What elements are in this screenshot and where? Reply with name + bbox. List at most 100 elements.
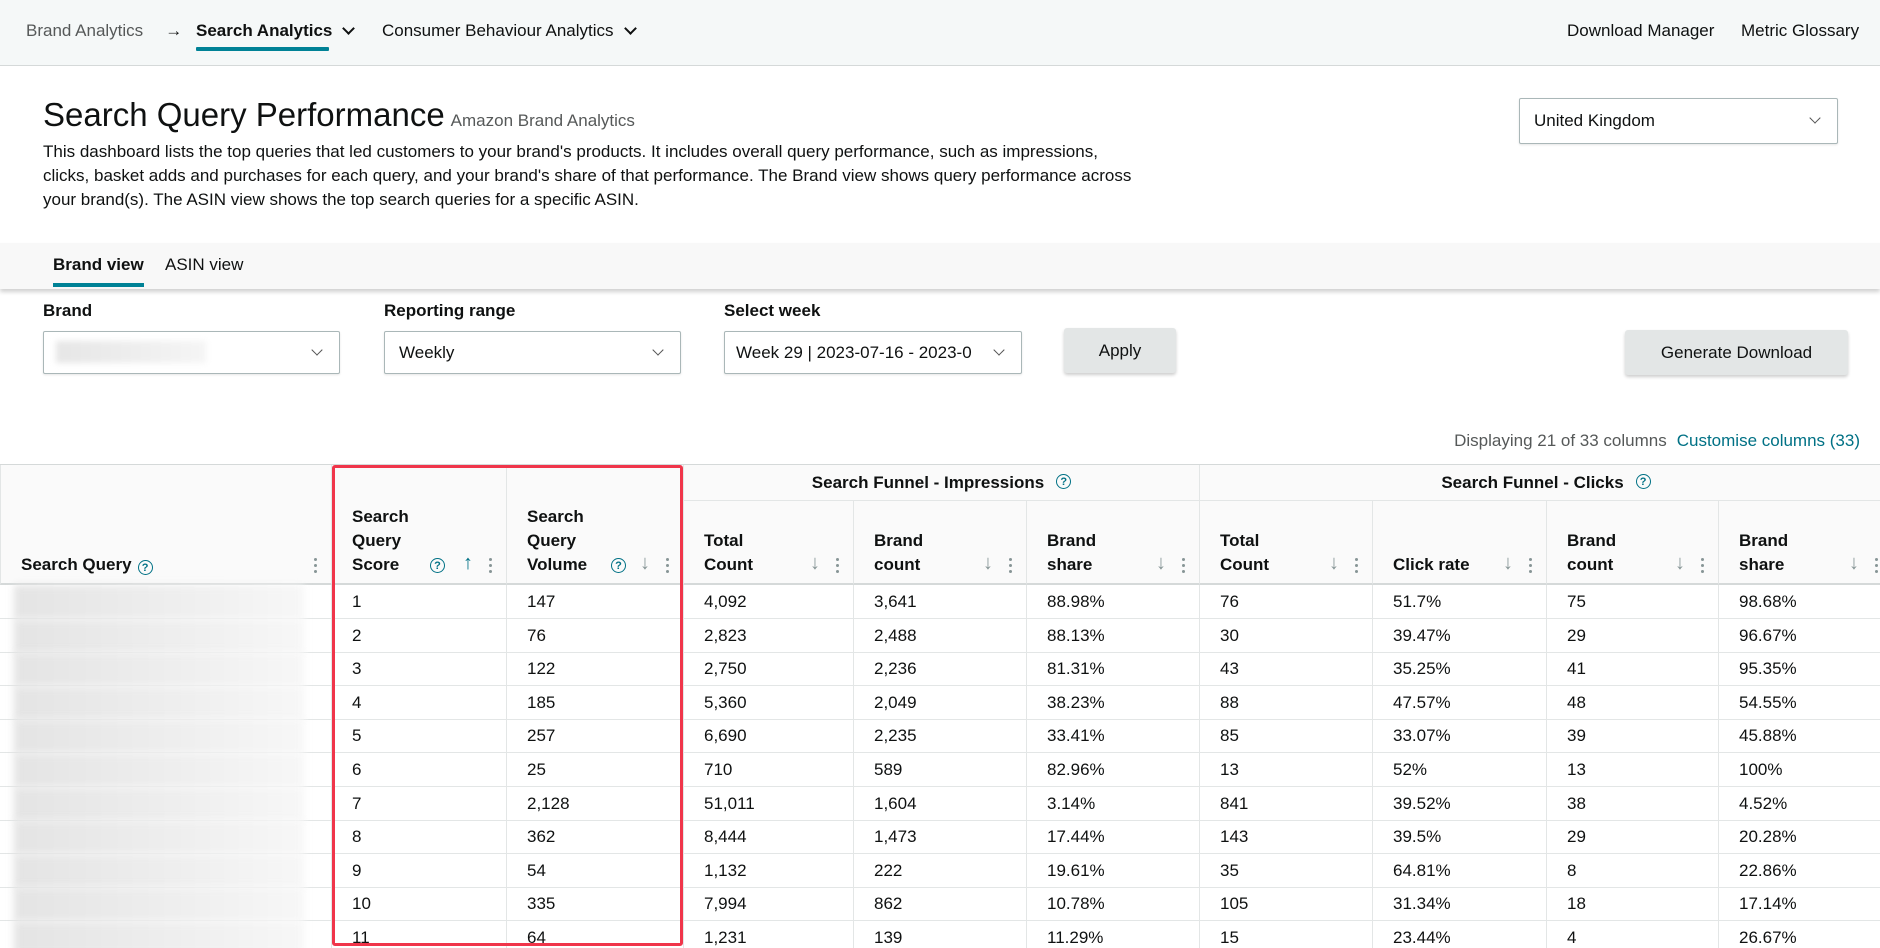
generate-download-button[interactable]: Generate Download [1625,330,1848,375]
customise-columns-link[interactable]: Customise columns (33) [1677,431,1860,450]
table-cell: 51,011 [683,786,853,821]
column-group-header: Search Funnel - Clicks? [1199,465,1880,501]
column-header[interactable]: Brand count ↓ [853,501,1026,585]
chevron-down-icon [652,343,664,356]
search-query-cell[interactable] [0,652,331,687]
table-cell: 122 [506,652,683,687]
column-menu-icon[interactable] [1355,558,1359,573]
search-query-cell[interactable] [0,685,331,720]
column-header[interactable]: Search Query? [0,465,331,585]
column-header[interactable]: Search Query Score? ↑ [331,465,506,585]
column-header[interactable]: Total Count ↓ [1199,501,1372,585]
column-menu-icon[interactable] [489,558,493,573]
help-icon[interactable]: ? [611,558,626,573]
help-icon[interactable]: ? [1056,474,1072,489]
table-cell: 105 [1199,887,1372,922]
column-menu-icon[interactable] [1875,558,1879,573]
sort-descending-icon[interactable]: ↓ [1156,551,1166,575]
search-query-cell[interactable] [0,921,331,948]
column-menu-icon[interactable] [314,558,318,573]
sort-descending-icon[interactable]: ↓ [1503,551,1513,575]
page-subtitle: Amazon Brand Analytics [450,111,635,130]
table-row: 8 362 8,444 1,473 17.44% 143 39.5% 29 20.28% [0,820,1880,855]
search-query-cell[interactable] [0,585,331,619]
table-cell: 35 [1199,853,1372,888]
table-cell: 38.23% [1026,685,1199,720]
tab-brand-view[interactable]: Brand view [53,255,144,287]
column-header[interactable]: Search Query Volume? ↓ [506,465,683,585]
redacted-search-query [14,887,304,922]
column-header-label: Search Query [21,555,132,574]
sort-descending-icon[interactable]: ↓ [983,551,993,575]
column-header[interactable]: Brand share ↓ [1026,501,1199,585]
column-menu-icon[interactable] [666,558,670,573]
sort-descending-icon[interactable]: ↓ [1329,551,1339,575]
redacted-search-query [14,685,304,720]
search-query-cell[interactable] [0,853,331,888]
table-cell: 147 [506,585,683,619]
column-header[interactable]: Click rate ↓ [1372,501,1546,585]
table-row: 3 122 2,750 2,236 81.31% 43 35.25% 41 95.35% [0,652,1880,687]
table-cell: 2,236 [853,652,1026,687]
search-query-cell[interactable] [0,887,331,922]
sort-descending-icon[interactable]: ↓ [640,551,650,575]
apply-button[interactable]: Apply [1064,328,1176,373]
column-header-label: Total Count [704,531,754,574]
reporting-range-select[interactable]: Weekly [384,331,681,374]
column-menu-icon[interactable] [1529,558,1533,573]
week-select[interactable]: Week 29 | 2023-07-16 - 2023-0 [724,331,1022,374]
column-menu-icon[interactable] [1182,558,1186,573]
search-query-cell[interactable] [0,618,331,653]
table-cell: 95.35% [1718,652,1880,687]
download-manager-link[interactable]: Download Manager [1567,21,1714,41]
sort-ascending-icon[interactable]: ↑ [463,551,473,575]
sort-descending-icon[interactable]: ↓ [810,551,820,575]
help-icon[interactable]: ? [1635,474,1651,489]
table-cell: 54.55% [1718,685,1880,720]
table-cell: 33.41% [1026,719,1199,754]
country-select[interactable]: United Kingdom [1519,98,1838,144]
search-query-table: Search Funnel - Impressions? Search Funne… [0,464,1880,948]
table-cell: 10 [331,887,506,922]
search-query-cell[interactable] [0,753,331,787]
search-query-cell[interactable] [0,786,331,821]
table-cell: 11 [331,921,506,948]
sort-descending-icon[interactable]: ↓ [1675,551,1685,575]
help-icon[interactable]: ? [430,558,445,573]
top-navigation: Brand Analytics → Search Analytics Consum… [0,0,1880,66]
column-menu-icon[interactable] [836,558,840,573]
table-row: 6 25 710 589 82.96% 13 52% 13 100% [0,753,1880,787]
redacted-search-query [14,585,304,619]
active-tab-indicator [53,283,144,287]
column-header[interactable]: Total Count ↓ [683,501,853,585]
select-value: United Kingdom [1534,111,1655,130]
help-icon[interactable]: ? [137,560,153,575]
table-cell: 362 [506,820,683,855]
search-query-cell[interactable] [0,820,331,855]
metric-glossary-link[interactable]: Metric Glossary [1741,21,1859,41]
column-menu-icon[interactable] [1701,558,1705,573]
table-cell: 64.81% [1372,853,1546,888]
search-query-cell[interactable] [0,719,331,754]
table-cell: 19.61% [1026,853,1199,888]
chevron-down-icon [993,343,1005,356]
nav-label: Search Analytics [196,21,333,40]
table-cell: 11.29% [1026,921,1199,948]
tab-asin-view[interactable]: ASIN view [165,255,243,275]
table-cell: 2,128 [506,786,683,821]
table-row: 1 147 4,092 3,641 88.98% 76 51.7% 75 98.68% [0,585,1880,619]
breadcrumb-brand-analytics[interactable]: Brand Analytics → [26,21,182,41]
column-header-label: Brand share [1047,531,1097,574]
table-cell: 6,690 [683,719,853,754]
chevron-down-icon [342,22,356,35]
nav-consumer-behaviour-analytics[interactable]: Consumer Behaviour Analytics [382,21,637,41]
nav-search-analytics[interactable]: Search Analytics [196,21,356,51]
table-cell: 26.67% [1718,921,1880,948]
brand-select[interactable] [43,331,340,374]
table-cell: 18 [1546,887,1718,922]
column-header[interactable]: Brand share ↓ [1718,501,1880,585]
sort-descending-icon[interactable]: ↓ [1849,551,1859,575]
column-header[interactable]: Brand count ↓ [1546,501,1718,585]
table-cell: 82.96% [1026,753,1199,787]
column-menu-icon[interactable] [1009,558,1013,573]
